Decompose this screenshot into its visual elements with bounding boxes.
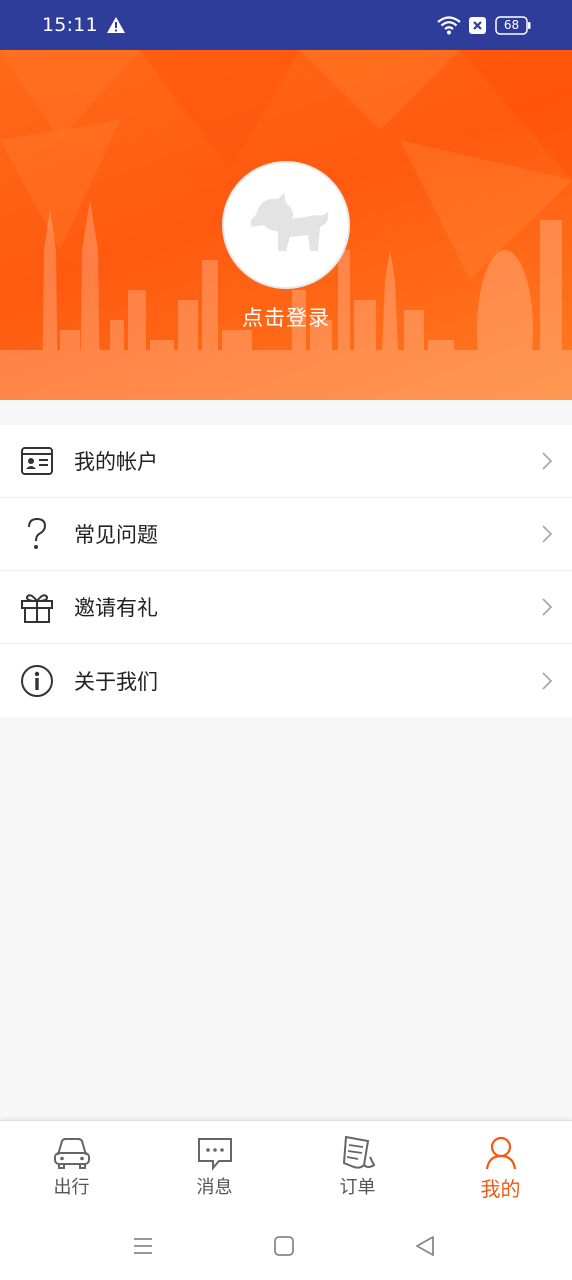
- chevron-right-icon: [542, 452, 553, 470]
- menu-icon[interactable]: [131, 1234, 155, 1258]
- info-icon: [21, 664, 53, 697]
- menu-item-label: 我的帐户: [74, 450, 158, 474]
- tab-label: 出行: [53, 1177, 90, 1198]
- menu-item-label: 常见问题: [74, 523, 158, 547]
- question-icon: [28, 517, 47, 549]
- profile-header: 点击登录: [0, 50, 572, 400]
- system-nav-bar: [0, 1212, 572, 1280]
- battery-level: 68: [503, 18, 520, 32]
- menu-item-about[interactable]: 关于我们: [0, 644, 572, 717]
- chevron-right-icon: [542, 525, 553, 543]
- avatar[interactable]: [222, 161, 350, 289]
- horse-placeholder-icon: [250, 193, 329, 251]
- wifi-icon: [437, 16, 461, 35]
- id-card-icon: [21, 447, 53, 475]
- car-icon: [53, 1138, 90, 1169]
- settings-menu: 我的帐户 常见问题 邀请有礼 关于我们: [0, 425, 572, 717]
- menu-item-label: 邀请有礼: [74, 596, 158, 620]
- back-icon[interactable]: [413, 1234, 437, 1258]
- tab-label: 我的: [480, 1177, 521, 1201]
- status-time: 15:11: [42, 14, 98, 36]
- sim-off-icon: [469, 17, 486, 34]
- gift-icon: [21, 594, 53, 623]
- menu-item-faq[interactable]: 常见问题: [0, 498, 572, 571]
- menu-item-label: 关于我们: [74, 669, 158, 694]
- chevron-right-icon: [542, 671, 553, 690]
- chevron-right-icon: [542, 598, 553, 616]
- tab-label: 订单: [339, 1177, 376, 1198]
- alert-icon: [107, 17, 125, 33]
- status-bar: 15:11 68: [0, 0, 572, 50]
- tab-orders[interactable]: 订单: [286, 1121, 429, 1213]
- login-link[interactable]: 点击登录: [0, 302, 572, 332]
- bottom-tab-bar: 出行 消息 订单 我的: [0, 1120, 572, 1212]
- tab-label: 消息: [196, 1177, 233, 1198]
- menu-item-invite[interactable]: 邀请有礼: [0, 571, 572, 644]
- person-icon: [485, 1136, 516, 1170]
- order-icon: [342, 1135, 375, 1169]
- menu-item-account[interactable]: 我的帐户: [0, 425, 572, 498]
- tab-messages[interactable]: 消息: [143, 1121, 286, 1213]
- home-icon[interactable]: [272, 1234, 296, 1258]
- tab-mine[interactable]: 我的: [429, 1121, 572, 1213]
- message-icon: [197, 1138, 232, 1171]
- tab-travel[interactable]: 出行: [0, 1121, 143, 1213]
